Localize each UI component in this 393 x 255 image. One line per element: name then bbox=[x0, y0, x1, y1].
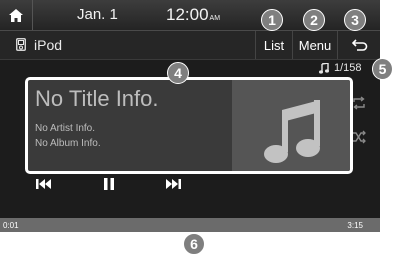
elapsed-time: 0:01 bbox=[3, 221, 19, 230]
date-display: Jan. 1 bbox=[77, 6, 118, 23]
media-header: iPod List Menu bbox=[0, 31, 380, 60]
total-time: 3:15 bbox=[347, 221, 363, 230]
album-art bbox=[232, 80, 350, 171]
track-info-box[interactable]: No Title Info. No Artist Info. No Album … bbox=[25, 77, 353, 174]
previous-track-icon[interactable] bbox=[33, 177, 55, 191]
track-counter-text: 1/158 bbox=[334, 62, 362, 74]
callout-6: 6 bbox=[183, 233, 205, 255]
list-button-label: List bbox=[263, 37, 285, 53]
ampm-indicator: AM bbox=[209, 15, 221, 22]
callout-4: 4 bbox=[167, 62, 189, 84]
list-button[interactable]: List bbox=[255, 31, 292, 59]
clock-display: 12:00AM bbox=[166, 5, 220, 25]
head-unit-screen: Jan. 1 12:00AM iPod List Menu 1/158 No T… bbox=[0, 0, 380, 232]
callout-2: 2 bbox=[303, 9, 325, 31]
next-track-icon[interactable] bbox=[162, 177, 184, 191]
back-button[interactable] bbox=[337, 31, 380, 59]
music-note-icon bbox=[319, 62, 329, 74]
menu-button[interactable]: Menu bbox=[292, 31, 337, 59]
shuffle-icon[interactable] bbox=[352, 130, 366, 144]
time-text: 12:00 bbox=[166, 5, 209, 24]
pause-icon[interactable] bbox=[98, 177, 120, 191]
callout-1: 1 bbox=[261, 9, 283, 31]
callout-5: 5 bbox=[372, 58, 393, 80]
song-title: No Title Info. bbox=[35, 86, 159, 111]
back-arrow-icon bbox=[351, 39, 367, 51]
album-name: No Album Info. bbox=[35, 138, 101, 149]
home-button[interactable] bbox=[0, 0, 33, 30]
callout-3: 3 bbox=[344, 9, 366, 31]
track-counter: 1/158 bbox=[319, 62, 362, 74]
menu-button-label: Menu bbox=[298, 37, 332, 53]
home-icon bbox=[9, 8, 23, 22]
repeat-icon[interactable] bbox=[352, 96, 366, 110]
ipod-icon bbox=[16, 38, 26, 51]
progress-bar[interactable] bbox=[0, 218, 380, 232]
album-art-music-note-icon bbox=[264, 100, 320, 163]
artist-name: No Artist Info. bbox=[35, 123, 96, 134]
source-label: iPod bbox=[34, 37, 63, 53]
